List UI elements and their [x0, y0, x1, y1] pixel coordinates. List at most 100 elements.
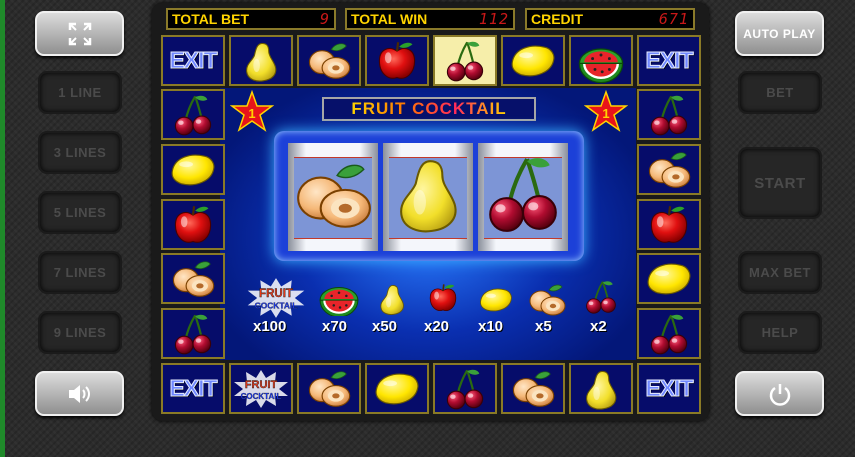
cherry-icon — [171, 93, 215, 137]
cherry-icon — [171, 312, 215, 356]
paytable-multiplier: x10 — [478, 318, 504, 335]
apple-icon — [375, 39, 419, 83]
left-star-badge: 1 — [230, 90, 274, 132]
right-cell-cherry — [637, 308, 701, 359]
paytable-lemon-icon — [480, 288, 512, 312]
paytable-apricot-icon — [529, 284, 566, 316]
pear-icon — [400, 160, 457, 233]
fullscreen-button[interactable] — [35, 11, 124, 56]
top-exit-right[interactable]: EXIT — [637, 35, 701, 86]
apricot-icon — [306, 366, 352, 412]
logo-cocktail-text: COCKTAIL — [241, 392, 282, 401]
cherry-icon — [443, 39, 487, 83]
cherry-icon — [478, 149, 568, 245]
total-bet-meter: TOTAL BET 9 — [166, 8, 336, 30]
help-button[interactable]: HELP — [738, 311, 822, 354]
top-cell-lemon — [501, 35, 565, 86]
total-bet-value: 9 — [319, 10, 330, 28]
apple-icon — [647, 203, 691, 247]
bottom-cell-cherry — [433, 363, 497, 414]
bottom-exit-left[interactable]: EXIT — [161, 363, 225, 414]
lemon-icon — [510, 38, 556, 84]
right-cell-apple — [637, 199, 701, 250]
bottom-cell-apricot — [297, 363, 361, 414]
apricot-icon — [170, 256, 216, 302]
paytable-multiplier: x70 — [322, 318, 348, 335]
logo-fruit-text: FRUIT — [245, 379, 278, 391]
nine-lines-button[interactable]: 9 LINES — [38, 311, 122, 354]
apple-icon — [171, 203, 215, 247]
pear-icon — [239, 39, 283, 83]
left-cell-cherry — [161, 308, 225, 359]
left-cell-apricot — [161, 253, 225, 304]
top-cell-apricot — [297, 35, 361, 86]
power-icon — [769, 383, 790, 406]
cherry-icon — [647, 93, 691, 137]
auto-play-button[interactable]: AUTO PLAY — [735, 11, 824, 56]
one-line-button[interactable]: 1 LINE — [38, 71, 122, 114]
window-edge — [0, 0, 5, 457]
reel-2 — [383, 143, 473, 251]
bottom-cell-logo: FRUIT COCKTAIL — [229, 363, 293, 414]
speaker-icon — [68, 384, 90, 403]
paytable-multiplier: x20 — [424, 318, 450, 335]
game-title: FRUIT COCKTAIL — [322, 97, 536, 121]
cherry-icon — [647, 312, 691, 356]
bottom-exit-right[interactable]: EXIT — [637, 363, 701, 414]
total-bet-label: TOTAL BET — [172, 11, 249, 27]
left-cell-lemon — [161, 144, 225, 195]
reel-3 — [478, 143, 568, 251]
right-cell-cherry — [637, 89, 701, 140]
cherry-icon — [443, 367, 487, 411]
apricot-icon — [646, 147, 692, 193]
seven-lines-button[interactable]: 7 LINES — [38, 251, 122, 294]
top-cell-watermelon — [569, 35, 633, 86]
pear-icon — [579, 367, 623, 411]
exit-label: EXIT — [645, 375, 694, 402]
exit-label: EXIT — [169, 47, 218, 74]
game-title-text: FRUIT COCKTAIL — [351, 99, 507, 118]
paytable-multiplier: x50 — [372, 318, 398, 335]
credit-meter: CREDIT 671 — [525, 8, 695, 30]
apricot-icon — [306, 38, 352, 84]
power-button[interactable] — [735, 371, 824, 416]
bottom-cell-apricot — [501, 363, 565, 414]
bottom-cell-pear — [569, 363, 633, 414]
exit-label: EXIT — [169, 375, 218, 402]
sound-button[interactable] — [35, 371, 124, 416]
left-cell-apple — [161, 199, 225, 250]
paytable-cherry-icon — [585, 280, 617, 315]
max-bet-button[interactable]: MAX BET — [738, 251, 822, 294]
total-win-value: 112 — [478, 10, 509, 28]
credit-value: 671 — [658, 10, 689, 28]
five-lines-button[interactable]: 5 LINES — [38, 191, 122, 234]
bet-button[interactable]: BET — [738, 71, 822, 114]
top-cell-pear — [229, 35, 293, 86]
top-exit-left[interactable]: EXIT — [161, 35, 225, 86]
paytable-multiplier: x100 — [253, 318, 287, 335]
fruit-cocktail-logo-icon: FRUIT COCKTAIL — [234, 369, 288, 408]
paytable-logo-icon: FRUIT COCKTAIL — [247, 278, 305, 318]
left-cell-cherry — [161, 89, 225, 140]
right-cell-apricot — [637, 144, 701, 195]
left-star-number: 1 — [248, 106, 255, 121]
paytable-apple-icon — [429, 283, 457, 312]
start-button[interactable]: START — [738, 147, 822, 219]
reel-1 — [288, 143, 378, 251]
total-win-meter: TOTAL WIN 112 — [345, 8, 515, 30]
paytable-pear-icon — [380, 284, 404, 315]
watermelon-icon — [577, 37, 625, 85]
right-star-badge: 1 — [584, 90, 628, 132]
right-cell-lemon — [637, 253, 701, 304]
lemon-icon — [170, 147, 216, 193]
top-cell-cherry — [433, 35, 497, 86]
apricot-icon — [510, 366, 556, 412]
apricot-icon — [297, 164, 371, 228]
exit-label: EXIT — [645, 47, 694, 74]
three-lines-button[interactable]: 3 LINES — [38, 131, 122, 174]
bottom-cell-lemon — [365, 363, 429, 414]
logo-cocktail-text: COCKTAIL — [255, 300, 298, 310]
paytable-watermelon-icon — [319, 286, 359, 316]
total-win-label: TOTAL WIN — [351, 11, 428, 27]
fullscreen-icon — [68, 22, 91, 45]
